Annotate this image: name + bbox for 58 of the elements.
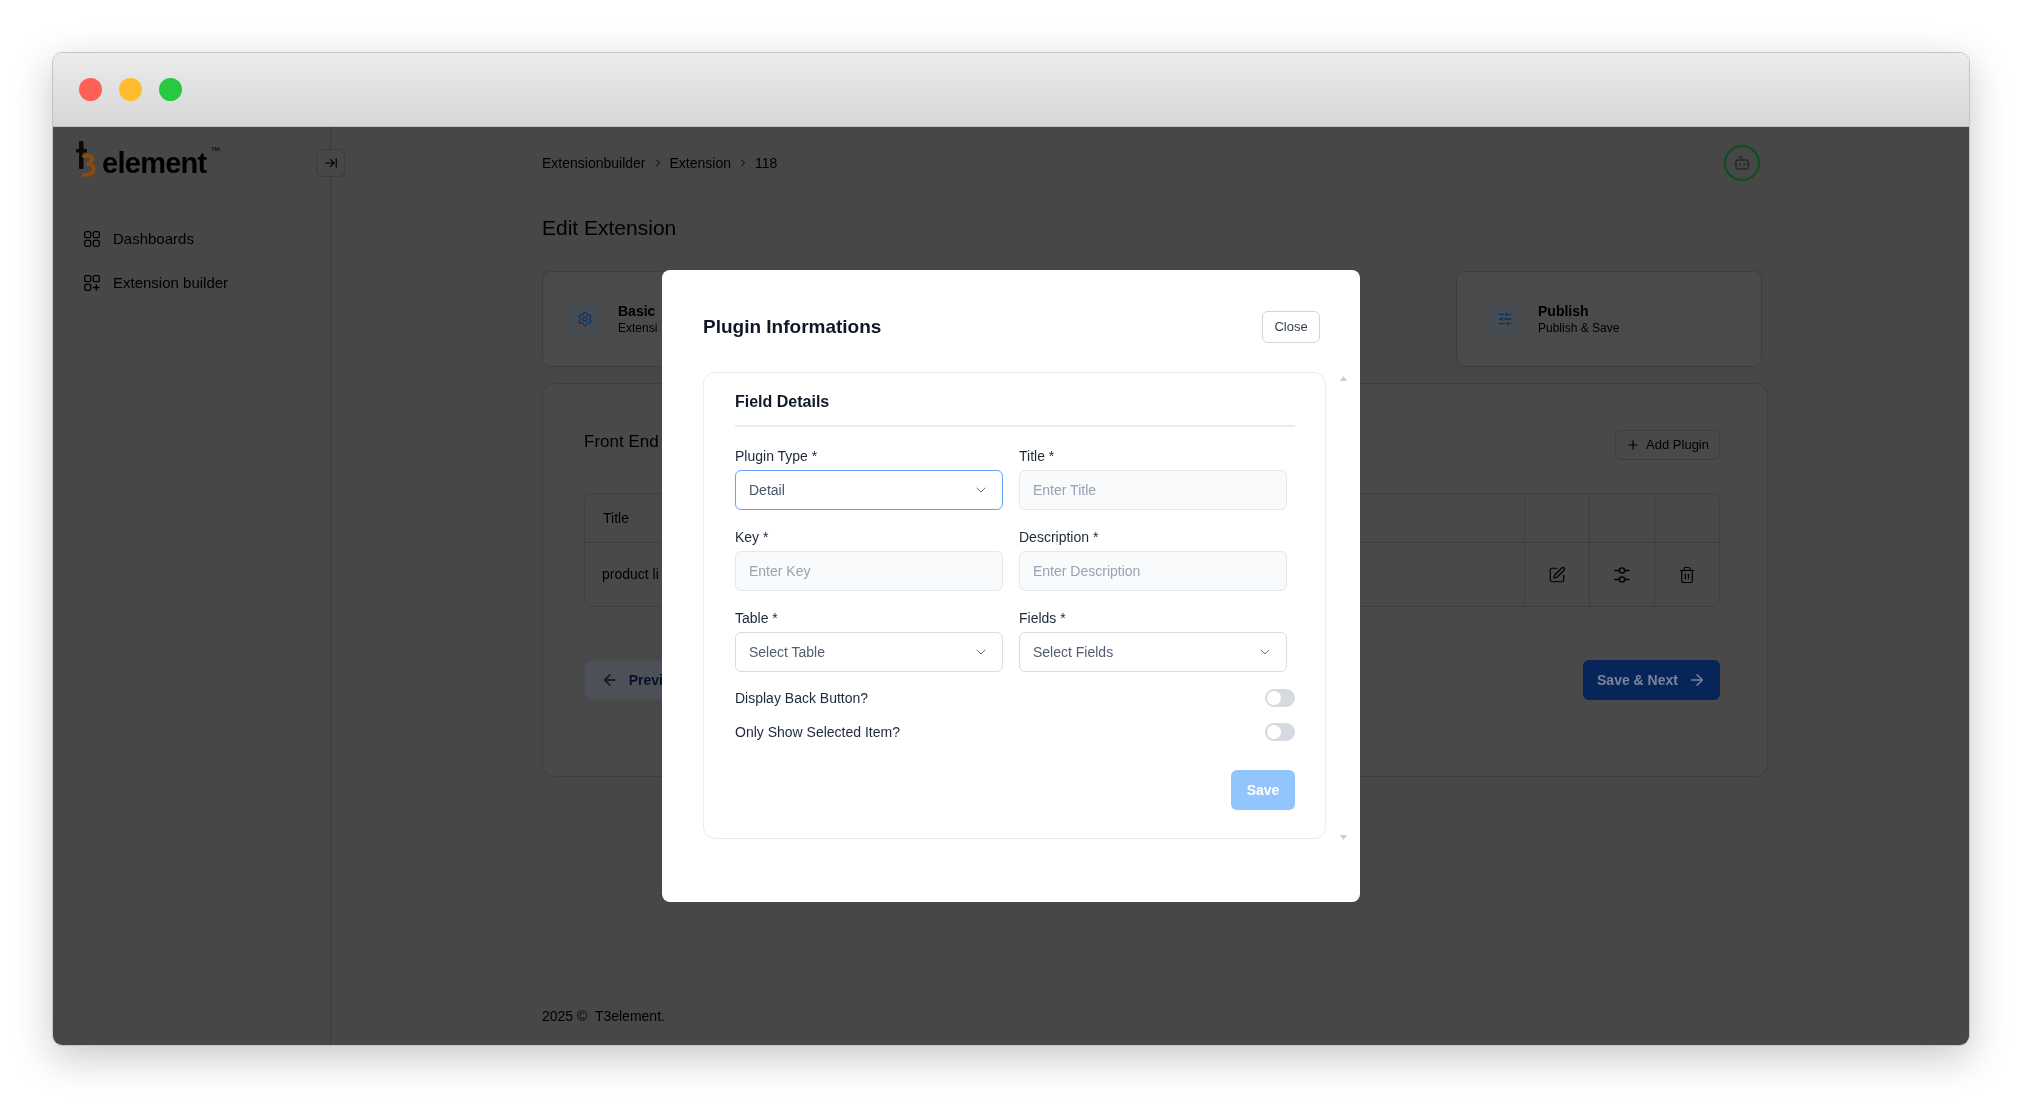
plus-icon	[1626, 438, 1641, 452]
save-next-button[interactable]: Save & Next	[1583, 660, 1720, 700]
text-input[interactable]: Enter Description	[1019, 551, 1287, 591]
previous-button[interactable]: Previ	[584, 660, 663, 700]
step-title: Basic	[618, 302, 657, 320]
column-header: Title	[603, 508, 629, 528]
step-card[interactable]: Basic Extensi	[542, 271, 662, 367]
breadcrumb-current: 118	[755, 153, 778, 173]
edit-icon[interactable]	[1548, 565, 1566, 584]
row-title-text: product li	[602, 565, 659, 584]
logo-mark-icon	[76, 141, 98, 177]
collapse-sidebar-button[interactable]	[316, 149, 345, 177]
grid-icon	[84, 231, 100, 247]
sliders-icon[interactable]	[1613, 565, 1631, 584]
field-label: Title *	[1019, 447, 1055, 466]
gear-icon	[567, 302, 602, 336]
sidebar-item[interactable]: Dashboards	[76, 223, 314, 255]
scroll-up-icon[interactable]	[1340, 376, 1347, 381]
add-plugin-button[interactable]: Add Plugin	[1615, 430, 1720, 460]
field-label: Plugin Type *	[735, 447, 818, 466]
switch-label: Display Back Button?	[735, 688, 869, 708]
sliders-icon	[1487, 302, 1522, 336]
select-field[interactable]: Select Table	[735, 632, 1003, 672]
select-field[interactable]: Select Fields	[1019, 632, 1287, 672]
logo-text: element	[102, 149, 207, 177]
close-button[interactable]: Close	[1262, 311, 1320, 343]
trash-icon[interactable]	[1678, 565, 1696, 584]
avatar-button[interactable]	[1724, 145, 1760, 181]
close-window-icon[interactable]	[79, 78, 102, 101]
field-label: Description *	[1019, 528, 1099, 547]
footer-text: 2025 © T3element.	[542, 1007, 665, 1026]
breadcrumb-link[interactable]: Extensionbuilder	[542, 152, 646, 174]
step-subtitle: Extensi	[618, 320, 658, 336]
step-card[interactable]: Publish Publish & Save	[1456, 271, 1762, 367]
zoom-window-icon[interactable]	[159, 78, 182, 101]
scroll-down-icon[interactable]	[1340, 835, 1347, 840]
toggle-switch[interactable]	[1265, 689, 1295, 707]
step-title: Publish	[1538, 302, 1590, 320]
field-label: Key *	[735, 528, 769, 547]
robot-icon	[1733, 154, 1751, 172]
text-input[interactable]: Enter Title	[1019, 470, 1287, 510]
toggle-switch[interactable]	[1265, 723, 1295, 741]
field-label: Table *	[735, 609, 778, 628]
page-title: Edit Extension	[542, 215, 677, 241]
modal-title: Plugin Informations	[703, 315, 882, 339]
form-section-title: Field Details	[735, 390, 1295, 427]
section-title: Front End	[584, 431, 659, 453]
select-field[interactable]: Detail	[735, 470, 1003, 510]
field-label: Fields *	[1019, 609, 1066, 628]
arrow-to-line-icon	[323, 156, 338, 170]
sidebar-item[interactable]: Extension builder	[76, 267, 314, 299]
switch-label: Only Show Selected Item?	[735, 722, 900, 742]
text-input[interactable]: Enter Key	[735, 551, 1003, 591]
grid-plus-icon	[84, 275, 100, 291]
minimize-window-icon[interactable]	[119, 78, 142, 101]
breadcrumb-link[interactable]: Extension	[669, 152, 731, 174]
trademark-sign: ™	[210, 146, 221, 156]
step-subtitle: Publish & Save	[1538, 320, 1620, 336]
